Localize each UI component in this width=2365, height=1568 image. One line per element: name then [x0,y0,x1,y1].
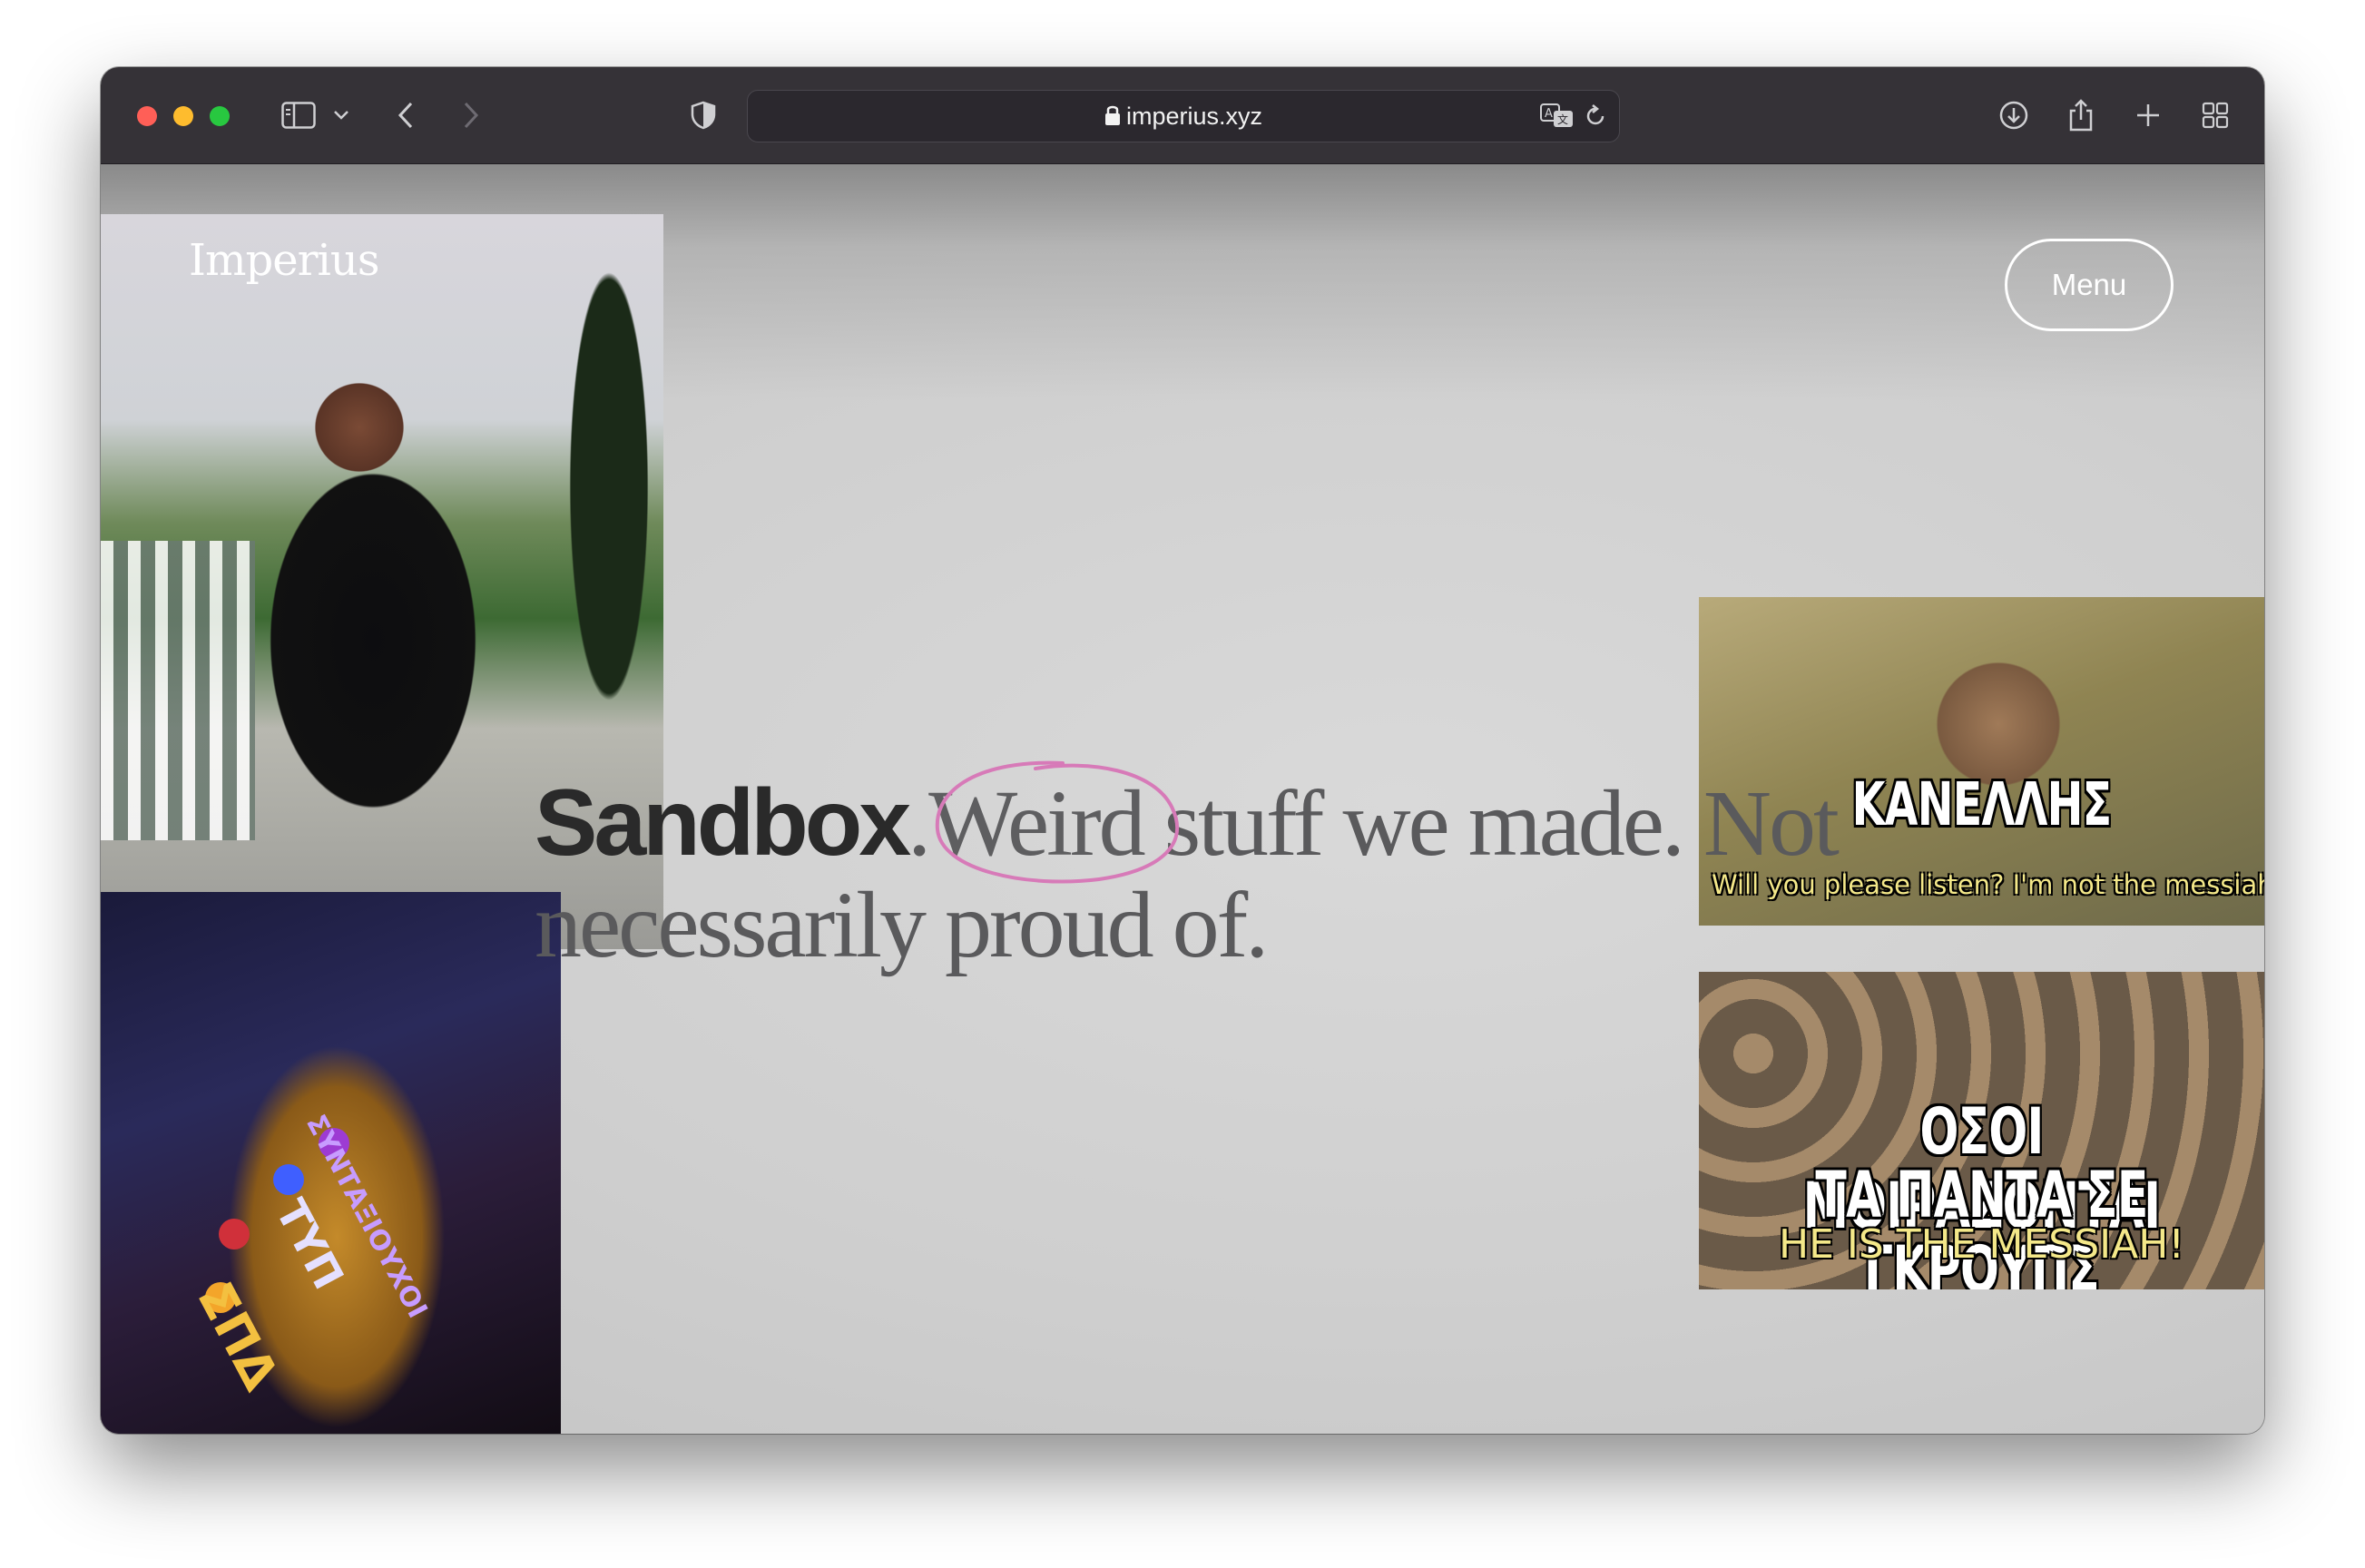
hand-drawn-circle-icon [935,760,1179,884]
url-text: imperius.xyz [1125,103,1263,130]
fence-railing [101,541,255,840]
chevron-right-icon[interactable] [455,93,487,138]
close-window-button[interactable] [137,106,157,126]
messiah-meme-2[interactable]: ΟΣΟΙ ΜΟΙΡΑΖΟΝΤΑΙ ΤΑ ΠΑΝΤΑ ΣΕ ΓΚΡΟΥΠΣ HE … [1699,972,2264,1289]
reload-icon[interactable] [1581,93,1610,139]
gem-blue [273,1164,304,1195]
sidebar-icon[interactable] [279,93,319,138]
headline-strong: Sandbox [535,770,911,876]
page-headline: Sandbox.Weird stuff we made. Not necessa… [535,772,1850,976]
headline-dot: . [908,771,931,876]
gem-red [219,1219,250,1250]
browser-window: imperius.xyz A文 ΣΥΝΤΑΞΙΟΥΧΟΙ ΤΥΠ ΣΠΔ ΚΑΝ… [101,67,2264,1434]
chevron-down-icon[interactable] [328,93,355,138]
site-logo[interactable]: Imperius [189,235,379,286]
gauntlet-meme[interactable]: ΣΥΝΤΑΞΙΟΥΧΟΙ ΤΥΠ ΣΠΔ [101,892,561,1434]
grid-icon[interactable] [2197,93,2233,138]
shield-icon[interactable] [687,93,720,138]
svg-text:文: 文 [1557,113,1568,126]
gauntlet-caption-2: ΤΥΠ [266,1191,354,1298]
page-viewport: ΣΥΝΤΑΞΙΟΥΧΟΙ ΤΥΠ ΣΠΔ ΚΑΝΕΛΛΗΣ Will you p… [101,164,2264,1434]
download-icon[interactable] [1996,93,2032,138]
meme-2-subtitle: HE IS THE MESSIAH! [1779,1221,2184,1268]
lock-icon [1104,93,1121,143]
plus-icon[interactable] [2130,93,2166,138]
browser-toolbar: imperius.xyz A文 [101,67,2264,164]
share-icon[interactable] [2063,93,2099,138]
chevron-left-icon[interactable] [389,93,422,138]
translate-icon[interactable]: A文 [1539,93,1575,139]
menu-button[interactable]: Menu [2005,239,2174,331]
minimize-window-button[interactable] [173,106,193,126]
zoom-window-button[interactable] [210,106,230,126]
gauntlet-caption-3: ΣΠΔ [186,1273,290,1399]
address-bar[interactable]: imperius.xyz A文 [747,90,1620,142]
svg-text:A: A [1545,107,1553,121]
url-display[interactable]: imperius.xyz [748,91,1619,142]
